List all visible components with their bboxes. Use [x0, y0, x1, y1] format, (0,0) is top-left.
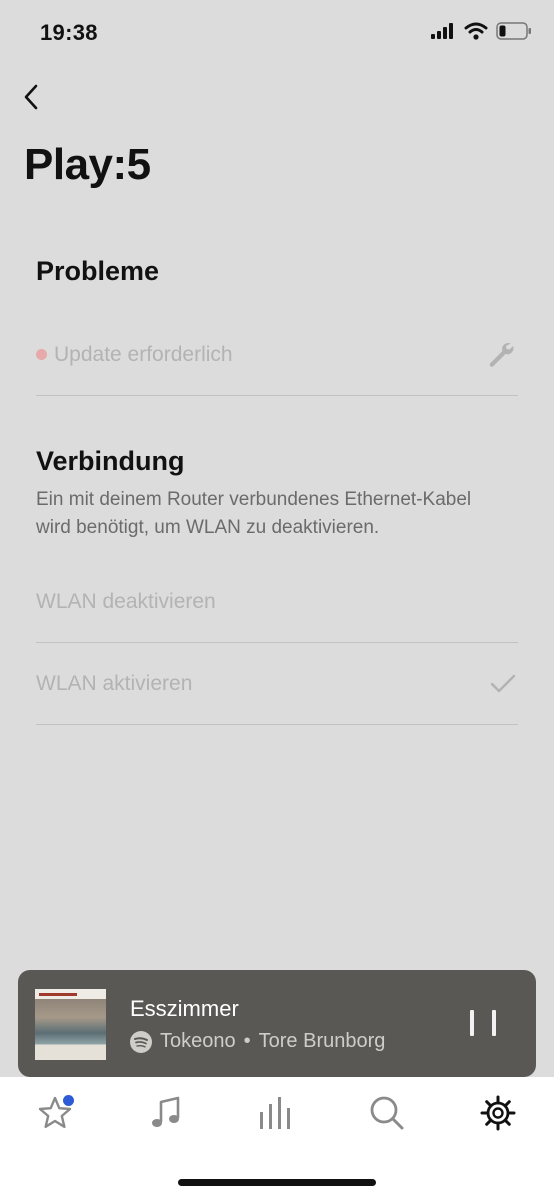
music-note-icon [152, 1096, 180, 1127]
pause-bar-left [470, 1010, 474, 1036]
pause-button[interactable] [470, 1010, 496, 1038]
pause-bar-right [492, 1010, 496, 1036]
tab-bar [0, 1077, 554, 1200]
problems-heading: Probleme [36, 256, 160, 286]
checkmark-icon [490, 674, 516, 694]
tab-music[interactable] [146, 1093, 186, 1133]
equalizer-bars-icon [260, 1097, 290, 1129]
search-icon [370, 1096, 404, 1130]
notification-badge [63, 1095, 74, 1106]
status-time: 19:38 [40, 20, 98, 45]
now-playing-room: Esszimmer [130, 996, 239, 1021]
status-icons [430, 22, 532, 40]
now-playing-bar[interactable]: Esszimmer Tokeono • Tore Brunborg [18, 970, 536, 1077]
now-playing-separator: • [243, 1030, 251, 1052]
tab-search[interactable] [367, 1093, 407, 1133]
wlan-enable-option[interactable]: WLAN aktivieren [36, 643, 518, 725]
tab-settings[interactable] [478, 1093, 518, 1133]
status-bar: 19:38 [0, 0, 554, 66]
back-button[interactable] [14, 80, 48, 114]
connection-heading: Verbindung [36, 446, 185, 476]
wlan-disable-option[interactable]: WLAN deaktivieren [36, 561, 518, 643]
page-title: Play:5 [24, 140, 151, 189]
now-playing-track: Tokeono [160, 1030, 236, 1052]
gear-icon [480, 1095, 516, 1131]
tab-rooms[interactable] [256, 1093, 296, 1133]
issue-indicator-dot [36, 349, 47, 360]
cellular-signal-icon [431, 23, 453, 39]
album-art [35, 989, 106, 1060]
connection-description: Ein mit deinem Router verbundenes Ethern… [36, 489, 472, 538]
wlan-disable-label: WLAN deaktivieren [36, 589, 216, 613]
update-required-row[interactable]: Update erforderlich [36, 314, 518, 396]
now-playing-artist: Tore Brunborg [258, 1030, 386, 1052]
home-indicator [178, 1179, 376, 1186]
wrench-icon [486, 340, 516, 370]
wifi-icon [464, 22, 488, 40]
tab-favorites[interactable] [35, 1093, 75, 1133]
battery-icon [496, 22, 531, 40]
update-required-label: Update erforderlich [54, 342, 233, 366]
spotify-icon [130, 1030, 152, 1053]
chevron-left-icon [24, 84, 38, 110]
now-playing-meta: Tokeono • Tore Brunborg [130, 1030, 385, 1053]
wlan-enable-label: WLAN aktivieren [36, 671, 193, 695]
